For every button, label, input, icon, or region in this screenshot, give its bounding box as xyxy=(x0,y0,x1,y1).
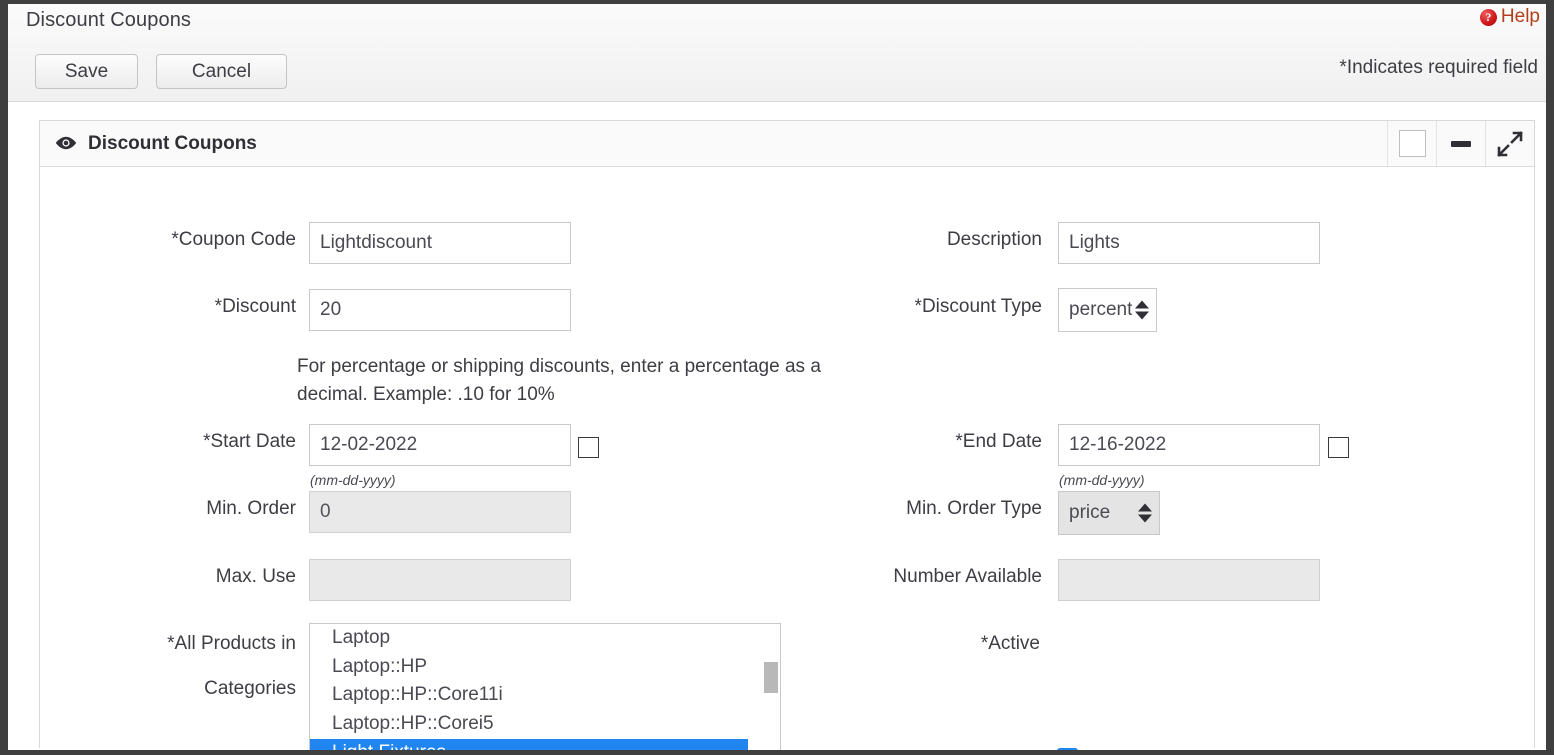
description-input[interactable] xyxy=(1058,222,1320,264)
panel-title: Discount Coupons xyxy=(88,133,257,154)
description-label: Description xyxy=(946,229,1042,250)
panel-minimize-button[interactable] xyxy=(1436,121,1485,166)
end-date-calendar-icon[interactable] xyxy=(1328,437,1349,458)
discount-input[interactable] xyxy=(309,289,571,331)
panel-expand-button[interactable] xyxy=(1485,121,1534,166)
max-use-input[interactable] xyxy=(309,559,571,601)
listbox-option[interactable]: Laptop::HP xyxy=(310,653,780,682)
coupon-code-label: *Coupon Code xyxy=(171,229,296,250)
min-order-type-select[interactable]: price xyxy=(1058,491,1160,535)
all-products-label-line2: Categories xyxy=(204,678,296,699)
min-order-type-value: price xyxy=(1069,502,1111,523)
discount-type-label: *Discount Type xyxy=(914,296,1042,317)
panel-controls xyxy=(1387,121,1534,166)
help-icon: ? xyxy=(1479,8,1497,26)
top-toolbar: Discount Coupons ? Help Save Cancel *Ind… xyxy=(8,4,1546,102)
chevron-updown-icon xyxy=(1138,503,1152,523)
cancel-button[interactable]: Cancel xyxy=(156,54,287,89)
square-icon xyxy=(1398,130,1426,157)
listbox-option[interactable]: Laptop::HP::Corei5 xyxy=(310,710,780,739)
discount-type-value: percent xyxy=(1069,299,1133,320)
max-use-label: Max. Use xyxy=(215,566,296,587)
start-date-label: *Start Date xyxy=(203,431,296,452)
start-date-calendar-icon[interactable] xyxy=(578,437,599,458)
minus-icon xyxy=(1451,140,1471,147)
discount-hint-text: For percentage or shipping discounts, en… xyxy=(297,356,821,405)
listbox-options: Laptop Laptop::HP Laptop::HP::Core11i Lapto… xyxy=(310,624,780,750)
help-label: Help xyxy=(1500,6,1540,27)
coupon-code-input[interactable] xyxy=(309,222,571,264)
min-order-label: Min. Order xyxy=(206,498,296,519)
coupon-form: *Coupon Code Description *Discount *Disc… xyxy=(40,167,1534,750)
panel-restore-button[interactable] xyxy=(1387,121,1436,166)
start-date-format: (mm-dd-yyyy) xyxy=(310,472,396,488)
panel-header: Discount Coupons xyxy=(40,121,1534,167)
end-date-label: *End Date xyxy=(955,431,1042,452)
page-title: Discount Coupons xyxy=(26,9,192,31)
save-button[interactable]: Save xyxy=(35,54,138,89)
discount-type-select[interactable]: percent xyxy=(1058,288,1157,332)
discount-label: *Discount xyxy=(214,296,296,317)
number-available-label: Number Available xyxy=(893,566,1042,587)
scrollbar-thumb[interactable] xyxy=(764,662,778,693)
number-available-input[interactable] xyxy=(1058,559,1320,601)
diagonal-arrows-icon xyxy=(1497,130,1523,157)
active-checkbox[interactable] xyxy=(1057,748,1078,750)
required-field-note: *Indicates required field xyxy=(1339,57,1538,78)
all-products-label-line1: *All Products in xyxy=(167,633,296,654)
active-label: *Active xyxy=(980,633,1040,654)
listbox-option[interactable]: Laptop xyxy=(310,624,780,653)
help-link[interactable]: ? Help xyxy=(1479,6,1540,28)
discount-coupons-panel: Discount Coupons *Coupon Code Lightdisco… xyxy=(39,120,1535,750)
listbox-option[interactable]: Light Fixtures xyxy=(310,738,748,750)
all-products-categories-listbox[interactable]: Laptop Laptop::HP Laptop::HP::Core11i Lapto… xyxy=(309,623,781,750)
min-order-input[interactable] xyxy=(309,491,571,533)
eye-icon[interactable] xyxy=(55,136,77,150)
page-root: Discount Coupons ? Help Save Cancel *Ind… xyxy=(8,4,1546,750)
end-date-format: (mm-dd-yyyy) xyxy=(1059,472,1145,488)
chevron-updown-icon xyxy=(1135,300,1149,320)
start-date-input[interactable] xyxy=(309,424,571,466)
min-order-type-label: Min. Order Type xyxy=(906,498,1042,519)
listbox-option[interactable]: Laptop::HP::Core11i xyxy=(310,681,780,710)
end-date-input[interactable] xyxy=(1058,424,1320,466)
listbox-scrollbar[interactable] xyxy=(764,624,778,750)
